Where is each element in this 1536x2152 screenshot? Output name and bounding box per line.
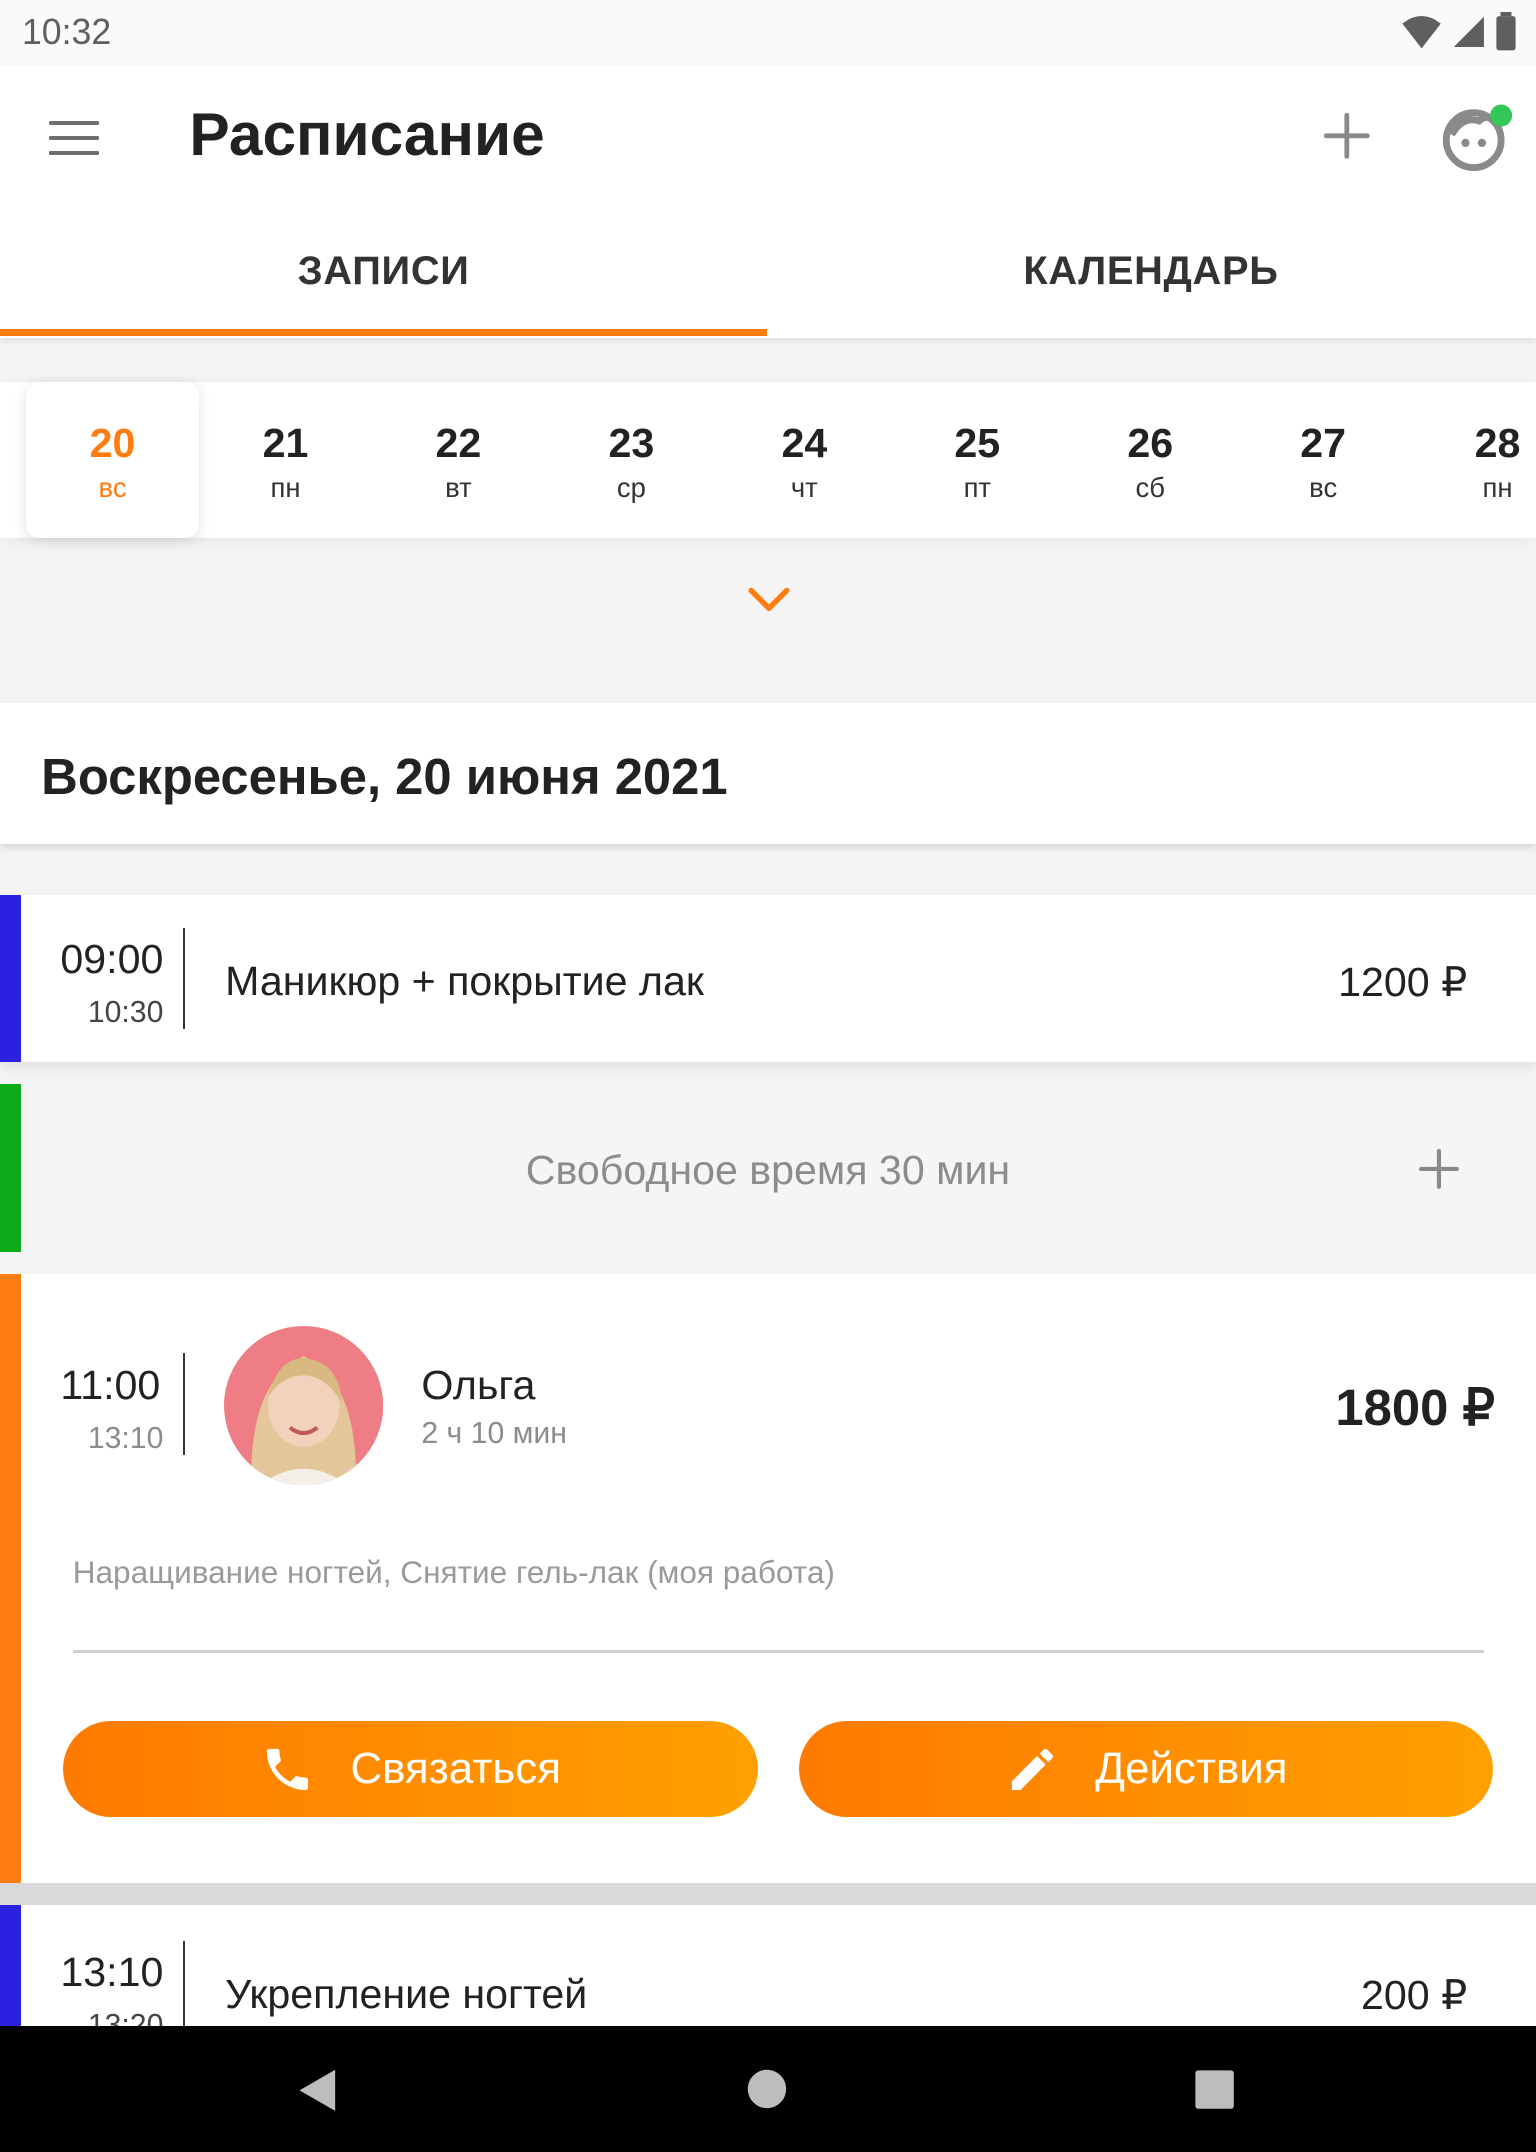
appointment-price: 1200 ₽ [1338,959,1468,1006]
wifi-icon [1402,15,1442,49]
tab-indicator [0,329,768,337]
client-name: Ольга [421,1361,536,1408]
screen: 10:32 Расписание ЗАПИСИ КАЛЕНДАРЬ 20 вс [0,0,1536,2152]
contact-button[interactable]: Связаться [63,1721,758,1818]
day-item-21[interactable]: 21 пн [199,382,372,538]
actions-button-label: Действия [1095,1744,1288,1794]
tab-calendar[interactable]: КАЛЕНДАРЬ [767,206,1534,338]
page-title: Расписание [189,99,545,168]
appointment-service: Маникюр + покрытие лак [225,958,704,1005]
appointment-color-stripe [0,1905,21,2029]
appointment-start-time: 09:00 [60,936,164,983]
day-number: 25 [954,420,1001,466]
day-weekday: пн [1482,472,1513,504]
appointment-end-time: 10:30 [87,996,164,1030]
day-item-20[interactable]: 20 вс [26,381,200,539]
appointment-start-time: 13:10 [60,1949,164,1996]
day-item-27[interactable]: 27 вс [1237,382,1410,538]
status-bar: 10:32 [0,0,1536,66]
add-icon[interactable] [1417,1147,1461,1191]
day-weekday: вс [1309,472,1338,504]
free-slot[interactable]: Свободное время 30 мин [0,1084,1536,1252]
add-icon[interactable] [1318,107,1376,165]
time-divider [182,1940,186,2029]
menu-icon[interactable] [49,120,99,157]
day-number: 21 [262,420,309,466]
day-number: 22 [435,420,482,466]
day-number: 26 [1127,420,1174,466]
day-item-26[interactable]: 26 сб [1064,382,1237,538]
day-weekday: вт [445,472,472,504]
day-weekday: ср [616,472,646,504]
day-item-25[interactable]: 25 пт [891,382,1064,538]
appointment-color-stripe [0,894,21,1063]
chevron-down-icon[interactable] [747,585,791,615]
appointment-start-time: 11:00 [60,1361,161,1408]
day-number: 20 [89,420,136,466]
separator [0,1883,1536,1906]
system-nav-bar [0,2025,1536,2152]
free-slot-label: Свободное время 30 мин [525,1147,1011,1194]
day-selector: 20 вс 21 пн 22 вт 23 ср 24 чт 25 пт 26 с… [0,381,1536,539]
appointment-service: Укрепление ногтей [225,1971,588,2018]
battery-icon [1496,12,1516,51]
date-title: Воскресенье, 20 июня 2021 [41,747,728,805]
day-number: 23 [608,420,655,466]
day-item-22[interactable]: 22 вт [372,382,545,538]
profile-avatar-icon[interactable] [1438,99,1515,176]
appointment-price: 1800 ₽ [1335,1379,1495,1437]
appointment-price: 200 ₽ [1361,1972,1468,2019]
day-item-23[interactable]: 23 ср [545,382,718,538]
appointment-duration: 2 ч 10 мин [421,1416,567,1450]
status-time: 10:32 [21,12,112,53]
day-item-24[interactable]: 24 чт [718,382,891,538]
home-icon[interactable] [745,2067,789,2111]
time-divider [182,927,186,1030]
app-bar: Расписание [0,65,1536,206]
day-weekday: пн [270,472,301,504]
tab-bar: ЗАПИСИ КАЛЕНДАРЬ [0,205,1536,338]
divider [72,1649,1484,1653]
appointment-color-stripe [0,1273,21,1884]
tab-records[interactable]: ЗАПИСИ [0,206,767,338]
status-icons [1401,11,1516,52]
appointment-services: Наращивание ногтей, Снятие гель-лак (моя… [72,1553,835,1590]
date-header: Воскресенье, 20 июня 2021 [0,702,1536,845]
signal-icon [1453,16,1484,47]
appointment-end-time: 13:10 [87,1422,164,1455]
client-avatar[interactable] [223,1325,383,1486]
phone-icon [266,1748,308,1790]
day-weekday: сб [1135,472,1165,504]
day-item-28[interactable]: 28 пн [1411,382,1536,538]
actions-button[interactable]: Действия [798,1721,1494,1818]
time-divider [182,1353,186,1455]
day-weekday: чт [790,472,818,504]
day-number: 24 [781,420,828,466]
appointment-card[interactable]: 09:00 10:30 Маникюр + покрытие лак 1200 … [0,894,1536,1063]
day-number: 28 [1474,420,1521,466]
recents-icon[interactable] [1194,2069,1235,2110]
day-weekday: пт [963,472,991,504]
contact-button-label: Связаться [350,1744,561,1794]
back-icon[interactable] [294,2067,341,2114]
pencil-icon [1011,1748,1053,1790]
day-number: 27 [1300,420,1347,466]
appointment-card[interactable]: 13:10 13:20 Укрепление ногтей 200 ₽ [0,1905,1536,2042]
day-weekday: вс [98,472,127,504]
